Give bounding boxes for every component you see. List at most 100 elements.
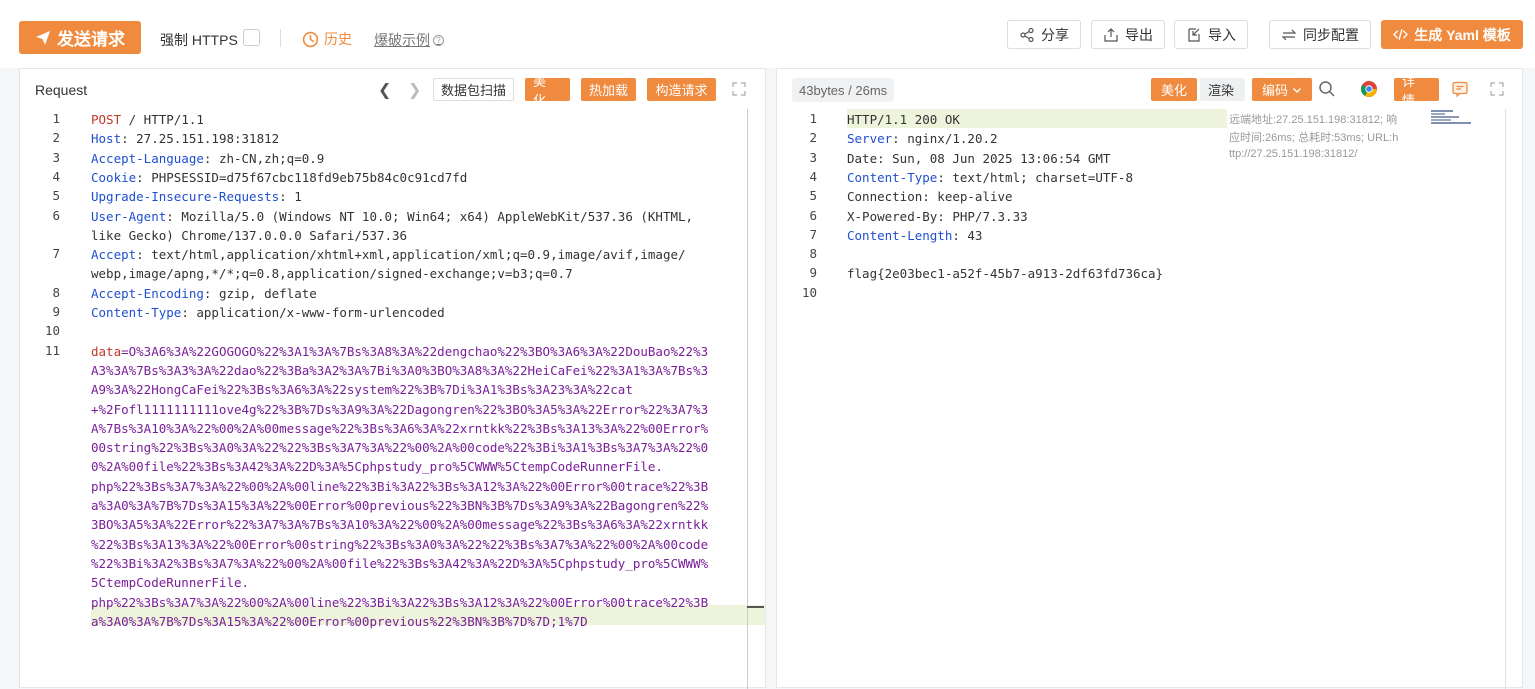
export-button[interactable]: 导出 <box>1091 20 1165 49</box>
response-size-badge: 43bytes / 26ms <box>792 78 895 102</box>
render-button[interactable]: 渲染 <box>1200 78 1245 101</box>
line-number: 8 <box>809 246 817 262</box>
share-button[interactable]: 分享 <box>1007 20 1081 49</box>
header-value: / HTTP/1.1 <box>121 112 204 127</box>
packet-scan-button[interactable]: 数据包扫描 <box>433 78 515 101</box>
header-value: : 43 <box>952 227 983 243</box>
header-key: User-Agent <box>91 208 167 224</box>
line-number: 2 <box>809 130 817 146</box>
header-key: Server <box>847 131 893 147</box>
construct-request-button[interactable]: 构造请求 <box>647 78 716 101</box>
line-number: 2 <box>52 130 60 146</box>
import-button[interactable]: 导入 <box>1174 20 1248 49</box>
history-button[interactable]: 历史 <box>302 29 352 49</box>
header-value: Connection: keep-alive <box>847 189 1013 205</box>
line-number: 4 <box>52 168 60 184</box>
header-key: Cookie <box>91 169 137 185</box>
param-key: data <box>91 343 122 359</box>
header-key: Accept-Language <box>91 150 204 166</box>
generate-yaml-button[interactable]: 生成 Yaml 模板 <box>1381 20 1523 49</box>
sync-config-button[interactable]: 同步配置 <box>1269 20 1371 49</box>
import-label: 导入 <box>1208 26 1236 43</box>
code-line: Date: Sun, 08 Jun 2025 13:06:54 GMT <box>847 149 1110 168</box>
request-editor[interactable]: 1 2 3 4 5 6 7 8 9 10 11 POST / HTTP/1.1 Host: 27.25… <box>20 109 765 689</box>
response-editor[interactable]: 1 2 3 4 5 6 7 8 9 10 HTTP/1.1 200 OK Server: nginx… <box>777 109 1522 689</box>
header-key: Content-Length <box>847 227 953 243</box>
code-line: POST / HTTP/1.1 <box>91 110 204 129</box>
header-value: HTTP/1.1 200 OK <box>847 112 960 127</box>
code-line: HTTP/1.1 200 OK <box>847 110 960 129</box>
header-key: Host <box>91 131 122 147</box>
line-number: 9 <box>52 304 60 319</box>
expand-icon[interactable] <box>732 82 746 96</box>
response-header: 43bytes / 26ms 美化 渲染 编码 详 情 <box>777 69 1522 109</box>
header-value: flag{2e03bec1-a52f-45b7-a913-2df63fd736c… <box>847 266 1164 282</box>
header-value: : zh-CN,zh;q=0.9 <box>203 150 325 166</box>
line-number: 5 <box>52 188 60 204</box>
response-meta-line-2: 应时间:26ms; 总耗时:53ms; URL:h <box>1229 132 1399 144</box>
code-line: Accept: text/html,application/xhtml+xml,… <box>91 245 686 264</box>
header-value: like Gecko) Chrome/137.0.0.0 Safari/537.… <box>91 227 408 243</box>
code-line: Content-Type: application/x-www-form-url… <box>91 303 445 322</box>
top-toolbar: 发送请求 强制 HTTPS 历史 爆破示例 ? 分享 导出 导入 同步配置 生成… <box>0 0 1535 68</box>
header-value: X-Powered-By: PHP/7.3.33 <box>847 208 1028 224</box>
help-icon: ? <box>433 34 444 46</box>
body-line: 3BO%3A5%3A%22Error%22%3A7%3A%7Bs%3A10%3A… <box>91 517 709 533</box>
send-request-button[interactable]: 发送请求 <box>19 21 141 54</box>
encoding-dropdown[interactable]: 编码 <box>1252 78 1312 101</box>
line-number: 8 <box>52 284 60 300</box>
chrome-icon[interactable] <box>1360 80 1378 98</box>
share-label: 分享 <box>1041 26 1069 43</box>
chevron-down-icon <box>1293 87 1301 93</box>
request-line-numbers: 1 2 3 4 5 6 7 8 9 10 11 <box>20 109 80 689</box>
body-line: 0%2A%00file%22%3Bs%3A42%3A%22D%3A%5Cphps… <box>91 459 663 475</box>
force-https-checkbox[interactable] <box>243 29 260 46</box>
line-number: 11 <box>44 342 60 358</box>
force-https-label: 强制 HTTPS <box>160 32 238 48</box>
code-line: Server: nginx/1.20.2 <box>847 129 998 148</box>
sync-icon <box>1281 29 1297 40</box>
header-value: : text/html,application/xhtml+xml,applic… <box>136 247 686 263</box>
body-line: +%2Fofl1111111111ove4g%22%3B%7Ds%3A9%3A%… <box>91 401 709 417</box>
body-line: data=O%3A6%3A%22GOGOGO%22%3A1%3A%7Bs%3A8… <box>91 342 708 361</box>
body-line: %22%3Bi%3A2%3Bs%3A7%3A%22%00%2A%00file%2… <box>91 555 709 571</box>
editor-ruler <box>747 109 748 689</box>
detail-button[interactable]: 详 情 <box>1394 74 1439 108</box>
line-number: 10 <box>801 284 817 300</box>
export-label: 导出 <box>1125 26 1153 43</box>
sync-config-label: 同步配置 <box>1303 26 1359 43</box>
header-value: : gzip, deflate <box>203 285 317 301</box>
import-icon <box>1188 27 1200 42</box>
code-line: Content-Type: text/html; charset=UTF-8 <box>847 168 1133 187</box>
response-meta-line-1: 远端地址:27.25.151.198:31812; 响 <box>1229 114 1398 126</box>
line-number: 3 <box>809 149 817 165</box>
line-number: 9 <box>809 265 817 281</box>
editor-ruler <box>1505 109 1506 689</box>
expand-icon[interactable] <box>1490 82 1504 96</box>
code-line: flag{2e03bec1-a52f-45b7-a913-2df63fd736c… <box>847 264 1163 283</box>
line-number: 6 <box>52 207 60 223</box>
code-line: X-Powered-By: PHP/7.3.33 <box>847 207 1028 226</box>
chevron-left-icon[interactable]: ❮ <box>378 80 391 100</box>
line-number: 3 <box>52 149 60 165</box>
comment-icon[interactable] <box>1451 80 1469 98</box>
request-beautify-button[interactable]: 美 化 <box>525 74 570 108</box>
code-line: Accept-Language: zh-CN,zh;q=0.9 <box>91 149 324 168</box>
param-value: =O%3A6%3A%22GOGOGO%22%3A1%3A%7Bs%3A8%3A%… <box>121 343 709 359</box>
line-number: 10 <box>44 323 60 339</box>
share-icon <box>1020 27 1034 42</box>
brute-force-example-link[interactable]: 爆破示例 ? <box>374 30 444 50</box>
header-value: : nginx/1.20.2 <box>892 131 998 147</box>
search-icon[interactable] <box>1318 80 1336 98</box>
response-beautify-button[interactable]: 美化 <box>1151 78 1197 101</box>
code-line: Host: 27.25.151.198:31812 <box>91 129 279 148</box>
minimap <box>1431 110 1471 124</box>
body-line: A3%3A%7Bs%3A3%3A%22dao%22%3Ba%3A2%3A%7Bi… <box>91 362 709 378</box>
encoding-label: 编码 <box>1261 83 1288 98</box>
request-header: Request ❮ ❯ 数据包扫描 美 化 热加载 构造请求 <box>20 69 765 109</box>
chevron-right-icon[interactable]: ❯ <box>408 80 421 100</box>
hot-reload-button[interactable]: 热加载 <box>581 78 636 101</box>
request-title: Request <box>35 82 88 98</box>
code-icon <box>1393 29 1409 40</box>
header-key: Content-Type <box>91 305 182 320</box>
